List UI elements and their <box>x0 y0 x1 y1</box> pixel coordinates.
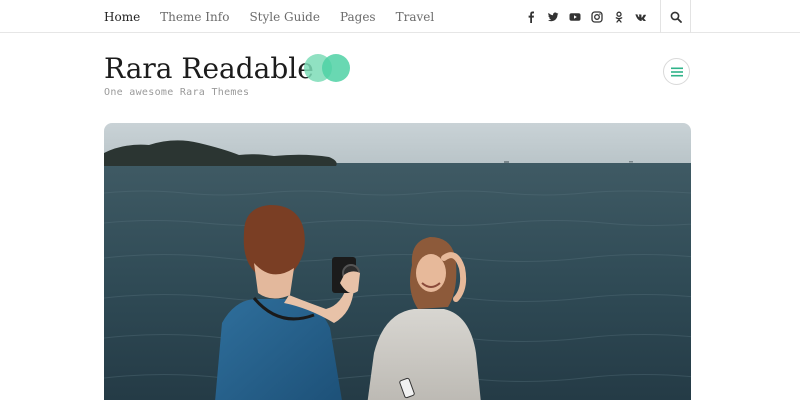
primary-nav: Home Theme Info Style Guide Pages Travel <box>104 0 454 33</box>
youtube-icon[interactable] <box>564 0 586 33</box>
vk-icon[interactable] <box>630 0 652 33</box>
site-tagline: One awesome Rara Themes <box>104 87 250 98</box>
nav-item-pages[interactable]: Pages <box>340 10 376 24</box>
search-icon <box>670 11 682 23</box>
top-bar: Home Theme Info Style Guide Pages Travel <box>0 0 800 33</box>
facebook-icon[interactable] <box>520 0 542 33</box>
site-title[interactable]: Rara Readable <box>104 51 314 87</box>
featured-image[interactable] <box>104 123 691 400</box>
nav-item-style-guide[interactable]: Style Guide <box>249 10 320 24</box>
social-links <box>520 0 652 33</box>
nav-item-travel[interactable]: Travel <box>396 10 435 24</box>
nav-item-home[interactable]: Home <box>104 10 140 24</box>
site-logo-icon[interactable] <box>303 53 351 83</box>
twitter-icon[interactable] <box>542 0 564 33</box>
hamburger-icon <box>670 67 683 76</box>
nav-item-theme-info[interactable]: Theme Info <box>160 10 229 24</box>
search-button[interactable] <box>660 0 691 33</box>
odnoklassniki-icon[interactable] <box>608 0 630 33</box>
menu-toggle-button[interactable] <box>663 58 690 85</box>
instagram-icon[interactable] <box>586 0 608 33</box>
